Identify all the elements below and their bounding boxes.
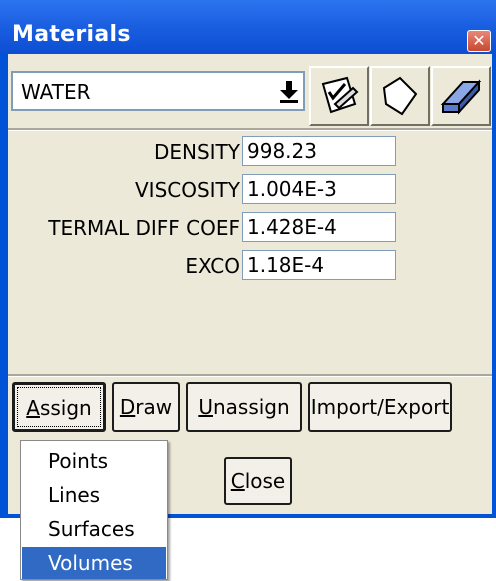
window-title: Materials [12, 22, 131, 47]
edit-material-icon [321, 76, 359, 114]
exco-field[interactable]: 1.18E-4 [242, 250, 396, 280]
thermal-diff-coef-label: TERMAL DIFF COEF [48, 216, 240, 240]
assign-mnemonic: A [26, 396, 40, 420]
unassign-button[interactable]: Unassign [186, 382, 302, 432]
dropdown-arrow-icon[interactable] [277, 78, 301, 104]
close-button[interactable]: Close [224, 457, 292, 505]
new-material-icon [382, 76, 418, 116]
draw-button[interactable]: Draw [112, 382, 180, 432]
erase-material-button[interactable] [431, 66, 491, 126]
assign-label: ssign [39, 396, 92, 420]
menu-item-points[interactable]: Points [22, 445, 166, 477]
close-icon[interactable]: ✕ [467, 30, 491, 52]
density-label: DENSITY [153, 140, 240, 164]
viscosity-field[interactable]: 1.004E-3 [242, 174, 396, 204]
menu-item-surfaces[interactable]: Surfaces [22, 513, 166, 545]
unassign-mnemonic: U [198, 395, 213, 419]
exco-label: EXCO [185, 254, 240, 278]
top-separator [8, 128, 492, 131]
viscosity-label: VISCOSITY [134, 178, 240, 202]
eraser-icon [440, 79, 482, 115]
bottom-separator [8, 374, 492, 377]
material-select-value: WATER [21, 80, 91, 104]
draw-mnemonic: D [119, 395, 136, 419]
menu-item-lines[interactable]: Lines [22, 479, 166, 511]
thermal-diff-coef-field[interactable]: 1.428E-4 [242, 212, 396, 242]
assign-button[interactable]: Assign [12, 382, 106, 432]
menu-item-volumes[interactable]: Volumes [22, 547, 166, 579]
title-bar[interactable]: Materials ✕ [0, 0, 496, 54]
import-export-button[interactable]: Import/Export [308, 382, 452, 432]
unassign-label: nassign [212, 395, 290, 419]
density-field[interactable]: 998.23 [242, 136, 396, 166]
new-material-button[interactable] [370, 66, 430, 126]
edit-material-button[interactable] [309, 66, 369, 126]
close-mnemonic: C [230, 469, 245, 493]
assign-menu: Points Lines Surfaces Volumes [20, 440, 168, 580]
close-label: lose [244, 469, 286, 493]
draw-label: raw [135, 395, 173, 419]
material-select[interactable]: WATER [11, 71, 305, 111]
